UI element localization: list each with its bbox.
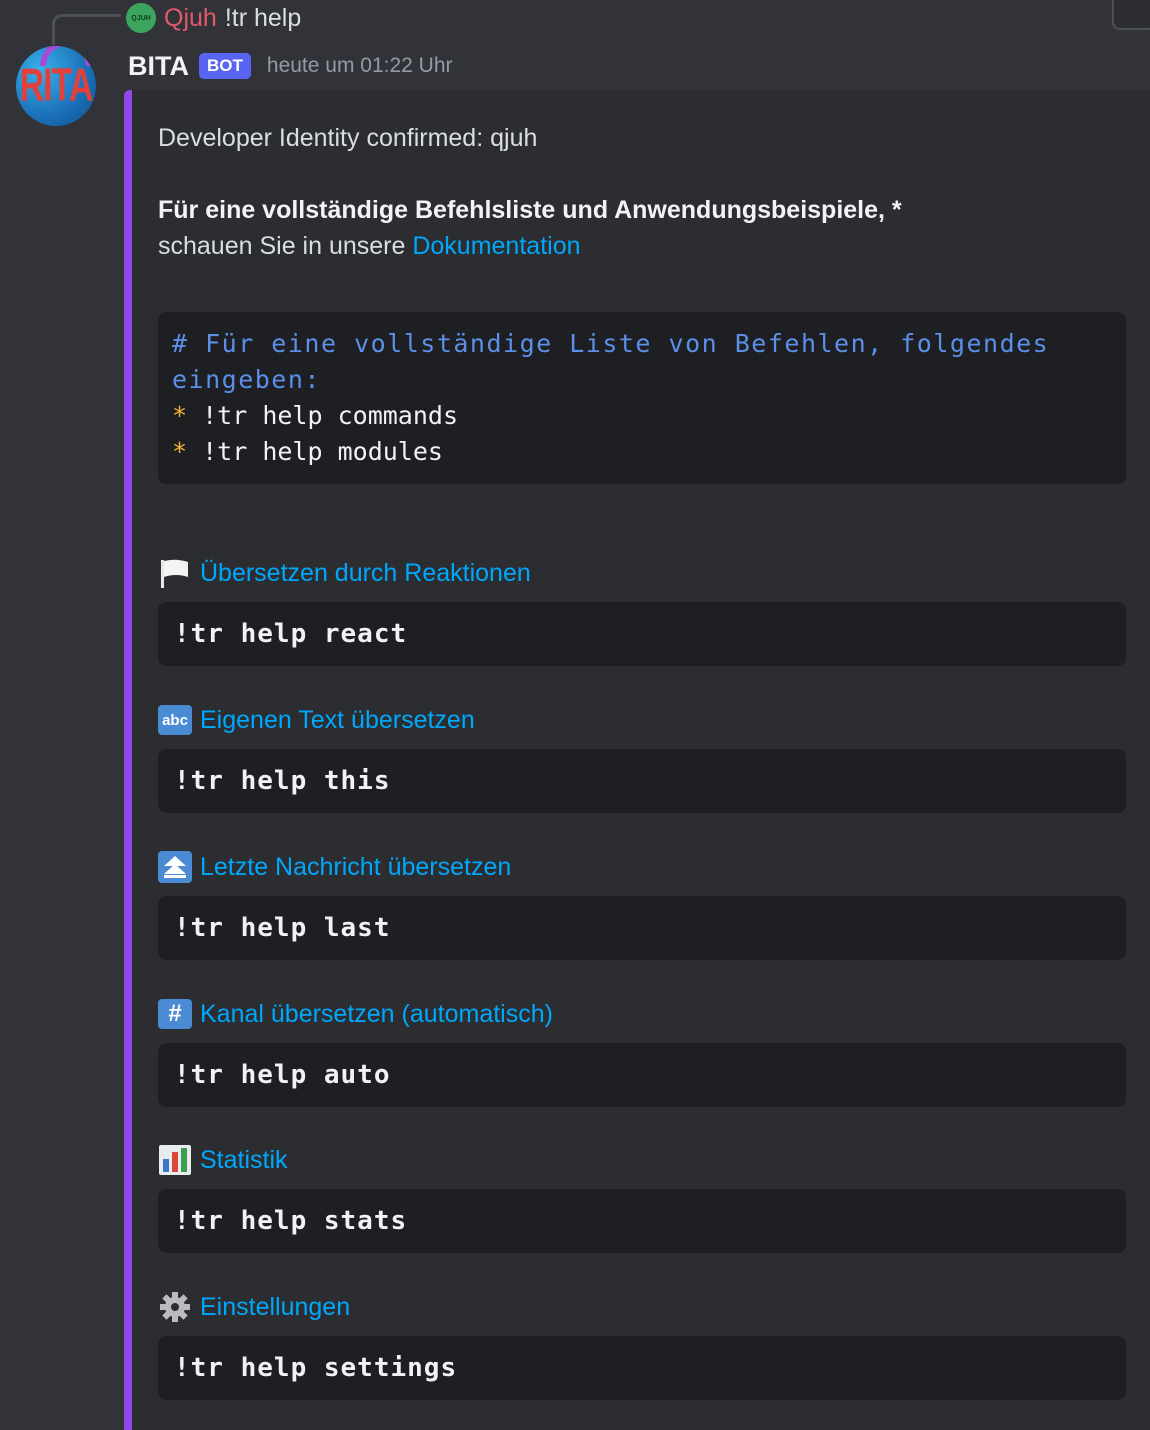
command-text: !tr help stats [174, 1206, 408, 1236]
username[interactable]: BITA [128, 51, 189, 82]
command-text: !tr help react [174, 619, 408, 649]
section-title-react: Übersetzen durch Reaktionen [158, 555, 531, 591]
command-code-block: !tr help react [158, 602, 1126, 666]
section-title-label[interactable]: Eigenen Text übersetzen [200, 706, 475, 735]
reply-connector [52, 14, 121, 45]
command-text: !tr help this [174, 766, 391, 796]
bot-badge: BOT [199, 53, 251, 79]
reply-text[interactable]: !tr help [225, 4, 301, 33]
section-title-label[interactable]: Kanal übersetzen (automatisch) [200, 1000, 553, 1029]
white-flag-icon [158, 557, 192, 589]
hash-icon: # [158, 998, 192, 1030]
code-block: # Für eine vollständige Liste von Befehl… [158, 312, 1126, 484]
code-bullet: * !tr help modules [172, 434, 1112, 470]
section-title-label[interactable]: Einstellungen [200, 1293, 350, 1322]
timestamp: heute um 01:22 Uhr [266, 54, 453, 77]
reply-preview[interactable]: QJUH Qjuh !tr help [126, 2, 301, 34]
command-code-block: !tr help settings [158, 1336, 1126, 1400]
embed-description-bold: Für eine vollständige Befehlsliste und A… [158, 196, 902, 224]
code-comment: # Für eine vollständige Liste von Befehl… [172, 329, 1066, 394]
reply-author[interactable]: Qjuh [164, 4, 217, 33]
section-title-this: abc Eigenen Text übersetzen [158, 702, 475, 738]
embed-description-link-line: schauen Sie in unsere Dokumentation [158, 232, 581, 261]
command-text: !tr help last [174, 913, 391, 943]
section-title-last: Letzte Nachricht übersetzen [158, 849, 511, 885]
embed-description-line: Developer Identity confirmed: qjuh [158, 124, 538, 152]
command-text: !tr help auto [174, 1060, 391, 1090]
command-text: !tr help settings [174, 1353, 458, 1383]
abc-icon-label: abc [158, 705, 192, 735]
command-code-block: !tr help last [158, 896, 1126, 960]
code-bullet-text: !tr help commands [202, 401, 458, 430]
bullet-star: * [172, 437, 188, 466]
abc-icon: abc [158, 704, 192, 736]
bullet-star: * [172, 401, 188, 430]
message-action-button[interactable] [1112, 0, 1150, 30]
double-up-arrow-icon [158, 851, 192, 883]
reply-avatar[interactable]: QJUH [126, 3, 156, 33]
code-bullet: * !tr help commands [172, 398, 1112, 434]
message-header: BITA BOT heute um 01:22 Uhr [128, 46, 453, 86]
avatar[interactable]: RITA [16, 46, 96, 126]
section-title-label[interactable]: Übersetzen durch Reaktionen [200, 559, 531, 588]
section-title-stats: Statistik [158, 1142, 288, 1178]
code-bullet-text: !tr help modules [202, 437, 443, 466]
avatar-label: RITA [19, 59, 94, 111]
section-title-settings: Einstellungen [158, 1289, 350, 1325]
section-title-label[interactable]: Statistik [200, 1146, 288, 1175]
documentation-link[interactable]: Dokumentation [412, 232, 580, 260]
link-prefix: schauen Sie in unsere [158, 232, 413, 260]
bar-chart-icon [158, 1144, 192, 1176]
command-code-block: !tr help stats [158, 1189, 1126, 1253]
command-code-block: !tr help this [158, 749, 1126, 813]
command-code-block: !tr help auto [158, 1043, 1126, 1107]
hash-icon-label: # [158, 999, 192, 1029]
gear-icon [158, 1291, 192, 1323]
section-title-auto: # Kanal übersetzen (automatisch) [158, 996, 553, 1032]
section-title-label[interactable]: Letzte Nachricht übersetzen [200, 853, 511, 882]
